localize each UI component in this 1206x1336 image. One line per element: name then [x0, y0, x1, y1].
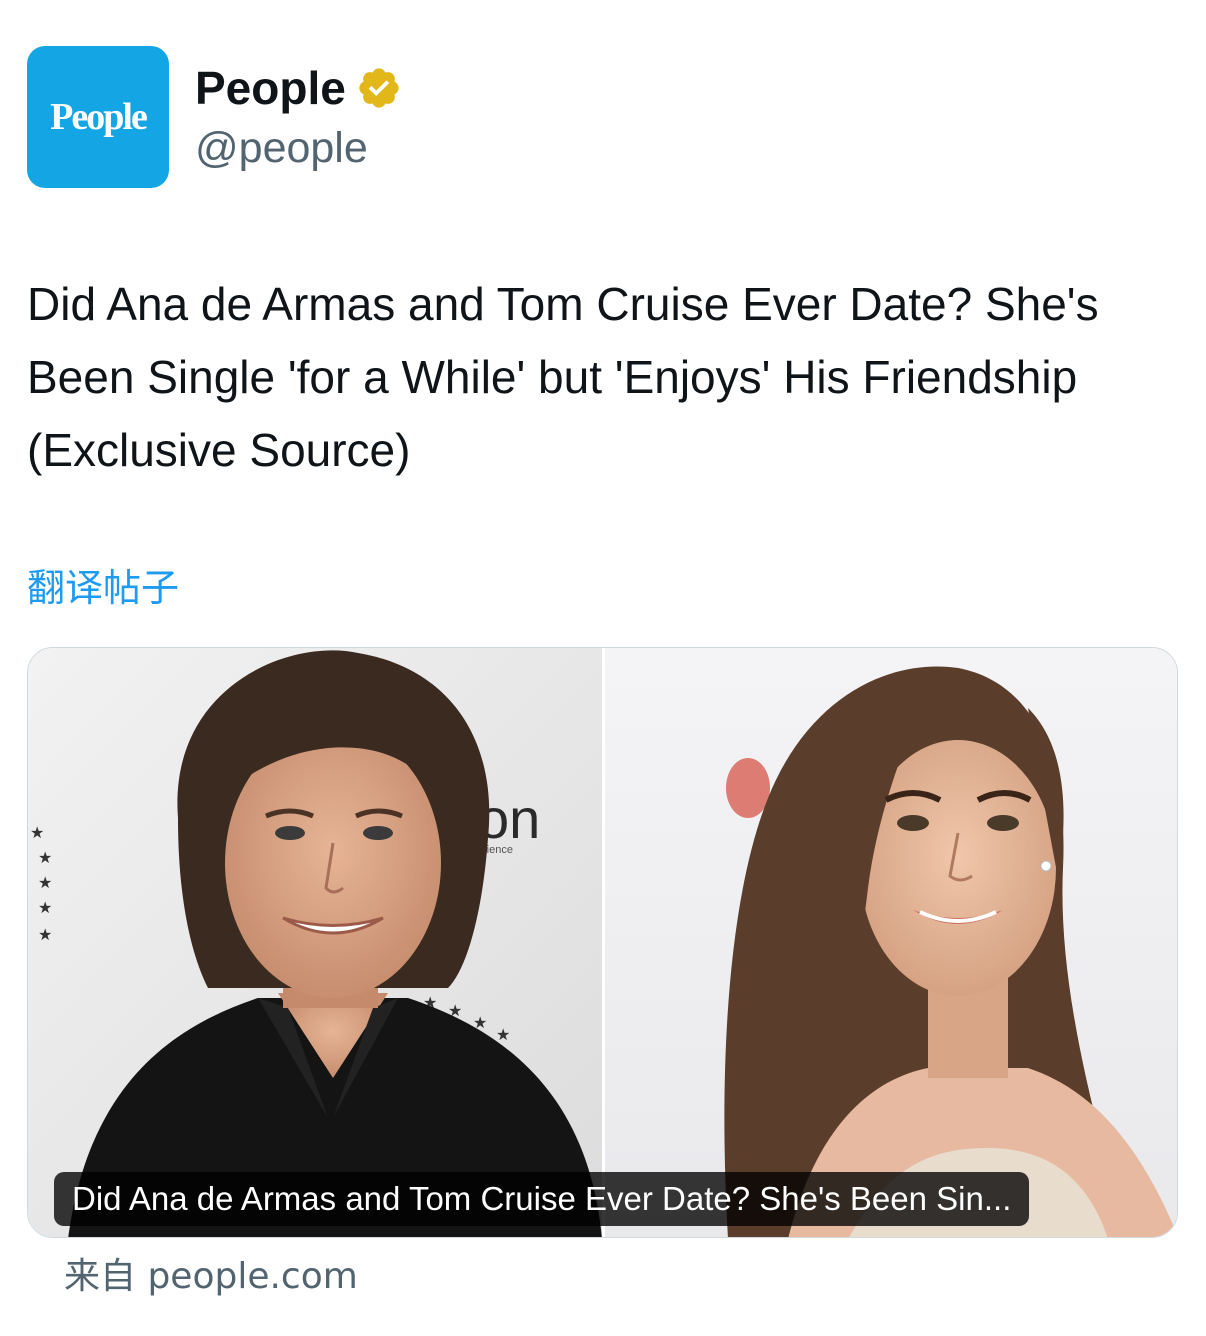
tweet-text: Did Ana de Armas and Tom Cruise Ever Dat… — [27, 278, 1099, 476]
account-handle[interactable]: @people — [195, 122, 402, 174]
svg-text:★: ★ — [38, 848, 52, 867]
svg-text:★: ★ — [38, 925, 52, 944]
right-photo — [605, 648, 1177, 1237]
svg-text:★: ★ — [496, 1025, 510, 1044]
svg-text:★: ★ — [38, 873, 52, 892]
account-names: People @people — [195, 60, 402, 174]
left-photo: on rience ★★★ ★★ ★ ★★★ — [28, 648, 602, 1237]
svg-text:rience: rience — [483, 844, 513, 856]
translate-post-link[interactable]: 翻译帖子 — [27, 562, 179, 614]
display-name-row: People — [195, 60, 402, 116]
svg-text:★: ★ — [38, 898, 52, 917]
tweet-header: People People @people — [27, 46, 402, 188]
card-caption: Did Ana de Armas and Tom Cruise Ever Dat… — [54, 1172, 1030, 1226]
display-name[interactable]: People — [195, 60, 346, 116]
verified-badge-icon[interactable] — [356, 65, 402, 111]
avatar[interactable]: People — [27, 46, 169, 188]
link-preview-card[interactable]: on rience ★ ★ ★ ★ ★ ★ ★ ★ ★ Did Ana de A… — [27, 647, 1178, 1238]
card-source-link[interactable]: 来自 people.com — [64, 1252, 358, 1302]
card-image: on rience ★★★ ★★ ★ ★★★ — [28, 648, 1177, 1237]
avatar-logo-text: People — [50, 96, 148, 138]
svg-text:★: ★ — [30, 823, 44, 842]
